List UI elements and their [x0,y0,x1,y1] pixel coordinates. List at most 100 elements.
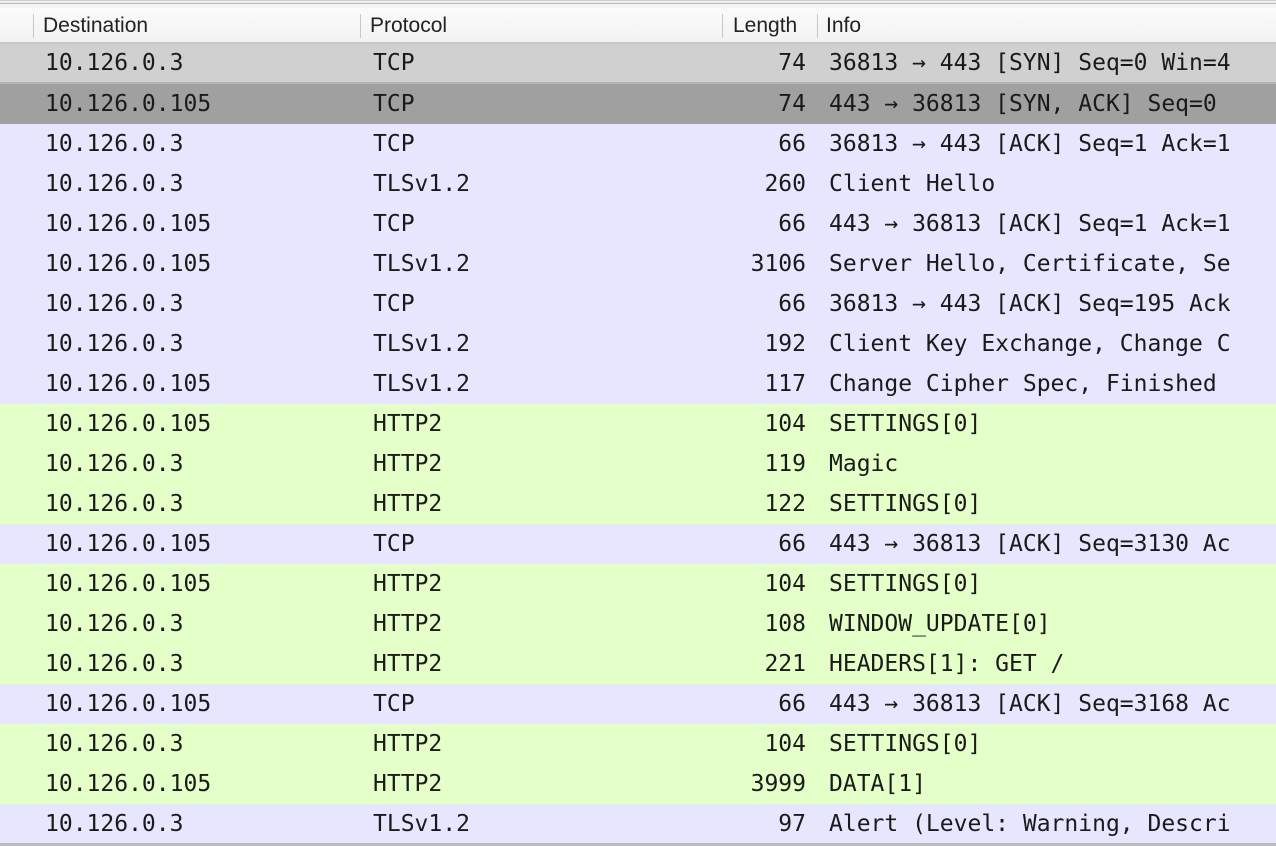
packet-destination: 10.126.0.3 [45,131,184,157]
packet-protocol: TLSv1.2 [373,371,470,397]
packet-protocol: HTTP2 [373,651,443,677]
packet-protocol: TCP [373,291,415,317]
packet-row[interactable]: 10.126.0.3 TLSv1.2 192 Client Key Exchange,… [0,324,1276,364]
packet-info: 36813 → 443 [ACK] Seq=195 Ack [829,291,1231,317]
column-divider[interactable] [33,14,34,38]
packet-info: Alert (Level: Warning, Descri [829,811,1231,837]
packet-length: 66 [778,691,806,717]
packet-protocol: TCP [373,211,415,237]
packet-row[interactable]: 10.126.0.3 TCP 66 36813 → 443 [ACK] Seq=195… [0,284,1276,324]
packet-info: DATA[1] [829,771,926,797]
column-header-info[interactable]: Info [826,13,861,39]
packet-protocol: TCP [373,531,415,557]
packet-destination: 10.126.0.3 [45,291,184,317]
packet-destination: 10.126.0.3 [45,451,184,477]
packet-length: 119 [764,451,806,477]
packet-info: SETTINGS[0] [829,731,982,757]
packet-row[interactable]: 10.126.0.105 TLSv1.2 117 Change Cipher Spec… [0,364,1276,404]
packet-length: 117 [764,371,806,397]
packet-protocol: HTTP2 [373,611,443,637]
packet-row[interactable]: 10.126.0.3 HTTP2 119 Magic [0,444,1276,484]
packet-row[interactable]: 10.126.0.105 HTTP2 3999 DATA[1] [0,764,1276,804]
packet-length: 3999 [750,771,806,797]
packet-destination: 10.126.0.3 [45,811,184,837]
packet-protocol: HTTP2 [373,491,443,517]
packet-protocol: HTTP2 [373,771,443,797]
packet-length: 192 [764,331,806,357]
packet-info: Client Hello [829,171,996,197]
packet-protocol: HTTP2 [373,571,443,597]
packet-info: 443 → 36813 [ACK] Seq=3168 Ac [829,691,1231,717]
packet-row[interactable]: 10.126.0.105 TCP 66 443 → 36813 [ACK] Seq=3… [0,684,1276,724]
column-header-protocol[interactable]: Protocol [370,13,447,39]
packet-row[interactable]: 10.126.0.3 HTTP2 221 HEADERS[1]: GET / [0,644,1276,684]
packet-protocol: HTTP2 [373,451,443,477]
packet-destination: 10.126.0.3 [45,491,184,517]
packet-protocol: TCP [373,91,415,117]
packet-destination: 10.126.0.105 [45,91,212,117]
packet-length: 260 [764,171,806,197]
packet-length: 3106 [750,251,806,277]
packet-destination: 10.126.0.3 [45,331,184,357]
packet-info: SETTINGS[0] [829,571,982,597]
packet-destination: 10.126.0.3 [45,171,184,197]
packet-destination: 10.126.0.105 [45,211,212,237]
packet-length: 74 [778,50,806,76]
packet-length: 104 [764,571,806,597]
top-border [0,0,1276,8]
packet-destination: 10.126.0.105 [45,691,212,717]
packet-row[interactable]: 10.126.0.105 TCP 66 443 → 36813 [ACK] Seq=3… [0,524,1276,564]
packet-row[interactable]: 10.126.0.105 HTTP2 104 SETTINGS[0] [0,564,1276,604]
packet-info: HEADERS[1]: GET / [829,651,1065,677]
packet-row[interactable]: 10.126.0.3 TCP 74 36813 → 443 [SYN] Seq=0 W… [0,44,1276,84]
packet-length: 221 [764,651,806,677]
packet-info: Change Cipher Spec, Finished [829,371,1217,397]
packet-destination: 10.126.0.105 [45,411,212,437]
packet-length: 66 [778,291,806,317]
packet-length: 66 [778,211,806,237]
packet-destination: 10.126.0.105 [45,531,212,557]
packet-length: 122 [764,491,806,517]
packet-protocol: HTTP2 [373,411,443,437]
packet-length: 97 [778,811,806,837]
column-divider[interactable] [817,14,818,38]
packet-destination: 10.126.0.105 [45,371,212,397]
column-divider[interactable] [360,14,361,38]
packet-row[interactable]: 10.126.0.105 TCP 66 443 → 36813 [ACK] Seq=1… [0,204,1276,244]
packet-info: 36813 → 443 [ACK] Seq=1 Ack=1 [829,131,1231,157]
packet-destination: 10.126.0.3 [45,731,184,757]
packet-row[interactable]: 10.126.0.105 HTTP2 104 SETTINGS[0] [0,404,1276,444]
packet-info: 443 → 36813 [SYN, ACK] Seq=0 [829,91,1217,117]
packet-destination: 10.126.0.3 [45,50,184,76]
packet-list-header: Destination Protocol Length Info [0,8,1276,44]
packet-protocol: HTTP2 [373,731,443,757]
packet-row[interactable]: 10.126.0.3 TLSv1.2 97 Alert (Level: Warning… [0,804,1276,844]
packet-row[interactable]: 10.126.0.3 HTTP2 108 WINDOW_UPDATE[0] [0,604,1276,644]
packet-protocol: TCP [373,50,415,76]
packet-row[interactable]: 10.126.0.3 HTTP2 104 SETTINGS[0] [0,724,1276,764]
packet-length: 104 [764,411,806,437]
packet-row[interactable]: 10.126.0.3 TLSv1.2 260 Client Hello [0,164,1276,204]
packet-row[interactable]: 10.126.0.105 TLSv1.2 3106 Server Hello, Cer… [0,244,1276,284]
packet-protocol: TLSv1.2 [373,171,470,197]
packet-info: Client Key Exchange, Change C [829,331,1231,357]
column-header-length[interactable]: Length [733,13,797,39]
packet-info: 443 → 36813 [ACK] Seq=1 Ack=1 [829,211,1231,237]
packet-destination: 10.126.0.105 [45,771,212,797]
packet-row[interactable]: 10.126.0.3 HTTP2 122 SETTINGS[0] [0,484,1276,524]
packet-length: 108 [764,611,806,637]
packet-info: Magic [829,451,899,477]
packet-length: 104 [764,731,806,757]
packet-protocol: TCP [373,691,415,717]
packet-destination: 10.126.0.3 [45,651,184,677]
column-header-destination[interactable]: Destination [43,13,148,39]
packet-row[interactable]: 10.126.0.3 TCP 66 36813 → 443 [ACK] Seq=1 A… [0,124,1276,164]
packet-protocol: TLSv1.2 [373,251,470,277]
packet-row[interactable]: 10.126.0.105 TCP 74 443 → 36813 [SYN, ACK] … [0,84,1276,124]
packet-protocol: TLSv1.2 [373,811,470,837]
column-divider[interactable] [722,14,723,38]
packet-info: WINDOW_UPDATE[0] [829,611,1051,637]
packet-destination: 10.126.0.105 [45,571,212,597]
packet-protocol: TLSv1.2 [373,331,470,357]
packet-info: SETTINGS[0] [829,411,982,437]
